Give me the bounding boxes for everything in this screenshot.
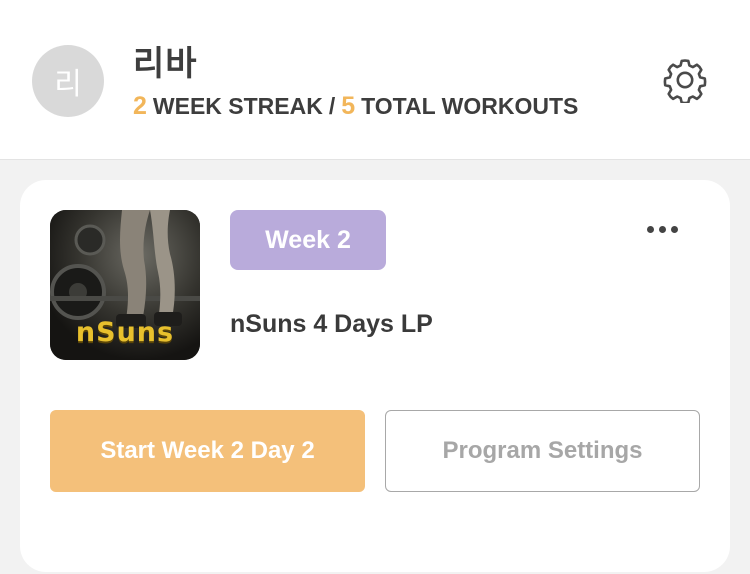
total-workouts-count: 5 [341,92,356,120]
program-settings-button[interactable]: Program Settings [385,410,700,492]
week-streak-label: WEEK STREAK [152,93,323,119]
more-options-icon[interactable] [634,216,690,242]
username: 리바 [133,45,198,83]
start-workout-button[interactable]: Start Week 2 Day 2 [50,410,365,492]
avatar[interactable]: 리 [32,45,104,117]
profile-header: 리 리바 2 WEEK STREAK/5 TOTAL WORKOUTS [0,0,750,160]
total-workouts-label: TOTAL WORKOUTS [361,93,579,119]
program-card: nSuns Week 2 nSuns 4 Days LP Start Week … [20,180,730,572]
week-badge: Week 2 [230,210,386,270]
thumbnail-logo-text: nSuns [75,317,175,348]
more-dot [646,225,654,233]
workout-stats: 2 WEEK STREAK/5 TOTAL WORKOUTS [133,92,578,121]
more-dot [670,225,678,233]
program-thumbnail[interactable]: nSuns [50,210,200,360]
gear-icon[interactable] [662,57,708,105]
avatar-initial: 리 [54,68,82,101]
program-name: nSuns 4 Days LP [230,310,433,338]
week-streak-count: 2 [133,92,147,120]
stats-separator: / [328,93,336,119]
more-dot [658,225,666,233]
